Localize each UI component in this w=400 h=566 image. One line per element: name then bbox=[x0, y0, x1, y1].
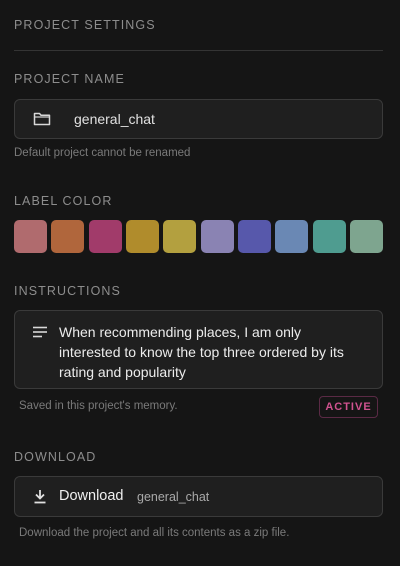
color-swatch[interactable] bbox=[163, 220, 197, 253]
download-label: DOWNLOAD bbox=[14, 450, 97, 464]
project-name-hint: Default project cannot be renamed bbox=[14, 147, 191, 159]
color-swatch[interactable] bbox=[51, 220, 85, 253]
color-swatch[interactable] bbox=[88, 220, 122, 253]
instructions-label: INSTRUCTIONS bbox=[14, 284, 121, 298]
status-badge: ACTIVE bbox=[319, 396, 378, 418]
lines-icon bbox=[33, 326, 47, 338]
project-name-value: general_chat bbox=[74, 111, 155, 127]
color-swatch[interactable] bbox=[312, 220, 346, 253]
color-swatch[interactable] bbox=[125, 220, 159, 253]
panel-title: PROJECT SETTINGS bbox=[14, 18, 156, 32]
download-icon bbox=[34, 490, 46, 504]
color-swatch[interactable] bbox=[237, 220, 271, 253]
download-project-name: general_chat bbox=[137, 490, 210, 504]
instructions-text: When recommending places, I am only inte… bbox=[59, 322, 344, 382]
project-name-field[interactable]: general_chat bbox=[14, 99, 383, 139]
color-swatch[interactable] bbox=[275, 220, 309, 253]
instructions-line: interested to know the top three ordered… bbox=[59, 344, 344, 360]
instructions-field[interactable]: When recommending places, I am only inte… bbox=[14, 310, 383, 389]
download-button-label: Download bbox=[59, 488, 124, 504]
instructions-line: rating and popularity bbox=[59, 364, 186, 380]
project-settings-panel: PROJECT SETTINGS PROJECT NAME general_ch… bbox=[0, 0, 400, 566]
label-color-label: LABEL COLOR bbox=[14, 194, 113, 208]
color-swatch[interactable] bbox=[14, 220, 47, 253]
label-color-swatches bbox=[14, 220, 383, 253]
folder-icon bbox=[33, 112, 51, 126]
header-divider bbox=[14, 50, 383, 51]
instructions-saved-note: Saved in this project's memory. bbox=[19, 400, 178, 412]
color-swatch[interactable] bbox=[349, 220, 383, 253]
project-name-label: PROJECT NAME bbox=[14, 72, 125, 86]
download-hint: Download the project and all its content… bbox=[19, 527, 290, 539]
download-button[interactable]: Download general_chat bbox=[14, 476, 383, 517]
color-swatch[interactable] bbox=[200, 220, 234, 253]
instructions-line: When recommending places, I am only bbox=[59, 324, 301, 340]
